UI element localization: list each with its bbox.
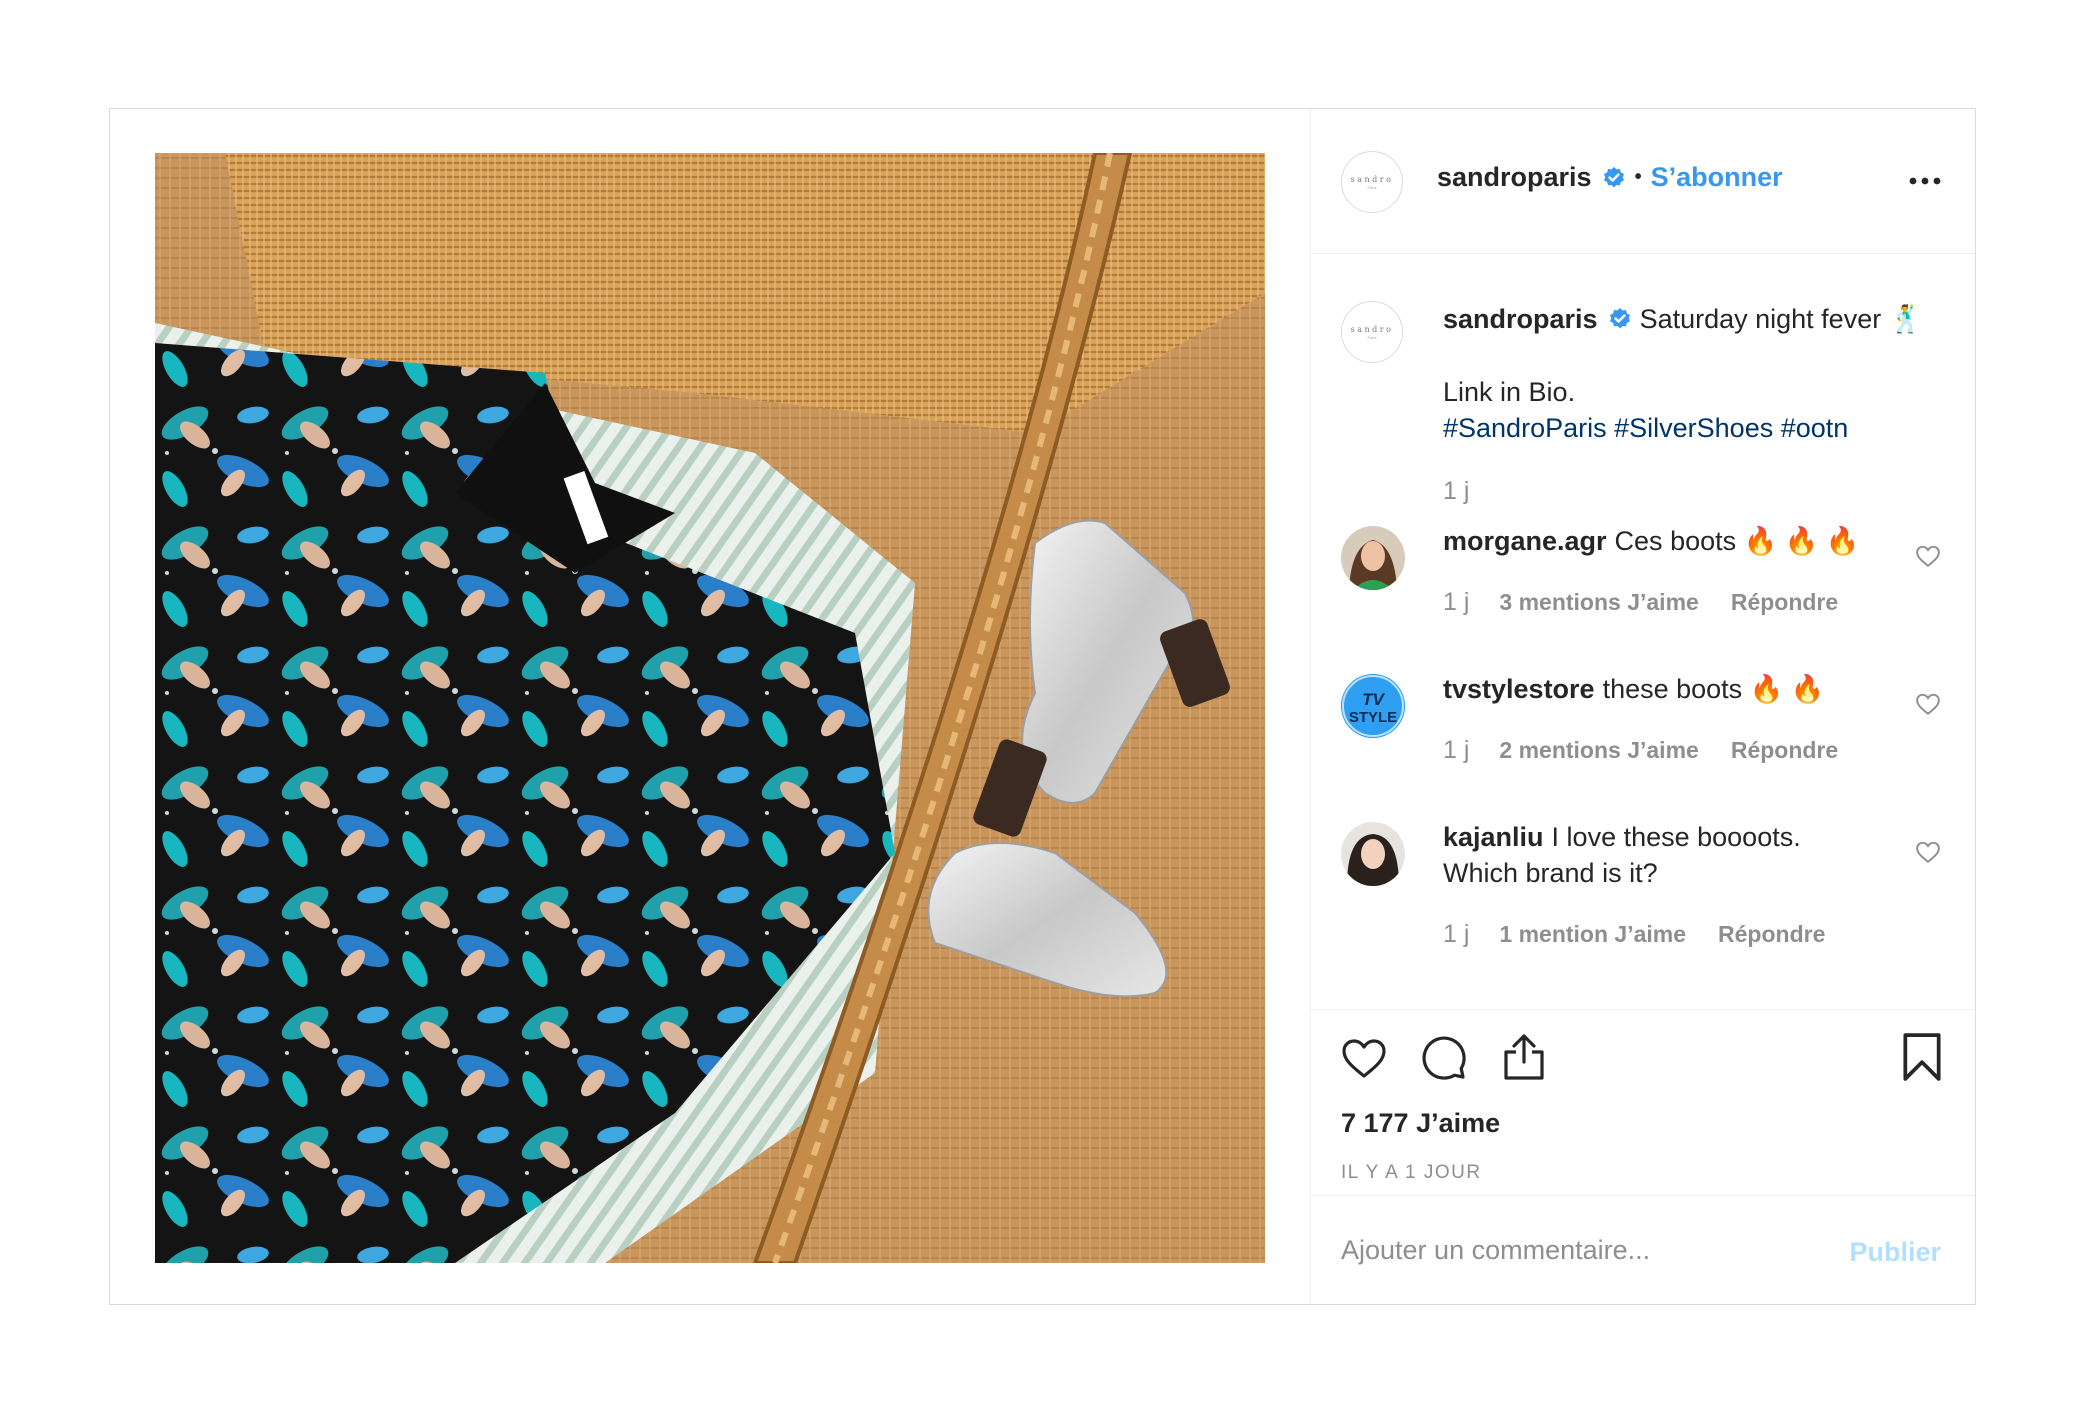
author-username[interactable]: sandroparis (1437, 162, 1592, 193)
post-photo[interactable] (155, 153, 1265, 1263)
hashtag-link[interactable]: #SilverShoes (1614, 413, 1773, 443)
comment-like-heart-icon[interactable] (1915, 543, 1941, 569)
comment-likes-count[interactable]: 1 mention J’aime (1499, 921, 1686, 948)
caption-avatar-subtext: Paris (1367, 334, 1377, 340)
avatar-image (1341, 526, 1405, 590)
hashtag-link[interactable]: #ootn (1781, 413, 1849, 443)
comment-age[interactable]: 1 j (1443, 736, 1469, 765)
add-comment-input[interactable] (1341, 1226, 1821, 1274)
post-photo-illustration (155, 153, 1265, 1263)
comment-3-meta: 1 j 1 mention J’aime Répondre (1443, 920, 1825, 949)
caption-first-line: sandroparis Saturday night fever 🕺 (1443, 301, 1923, 337)
comment-text: Ces boots 🔥 🔥 🔥 (1614, 526, 1860, 556)
share-icon[interactable] (1500, 1032, 1548, 1082)
post-side-panel: sandro Paris sandroparis • S’abonner san… (1310, 109, 1975, 1304)
comment-text: these boots 🔥 🔥 (1602, 674, 1825, 704)
follow-button[interactable]: S’abonner (1651, 162, 1783, 193)
more-options-icon[interactable] (1905, 161, 1945, 201)
comment-reply-button[interactable]: Répondre (1731, 737, 1838, 764)
caption-username[interactable]: sandroparis (1443, 304, 1598, 335)
comment-icon[interactable] (1420, 1034, 1468, 1082)
heart-icon[interactable] (1340, 1034, 1388, 1082)
verified-icon (1603, 166, 1624, 187)
comment-username[interactable]: kajanliu (1443, 822, 1544, 853)
post-date[interactable]: IL Y A 1 JOUR (1341, 1162, 1482, 1184)
comment-reply-button[interactable]: Répondre (1731, 589, 1838, 616)
caption-age[interactable]: 1 j (1443, 477, 1469, 506)
caption-avatar-wordmark: sandro (1350, 324, 1394, 334)
header-separator: • (1634, 166, 1642, 188)
hashtag-link[interactable]: #SandroParis (1443, 413, 1607, 443)
bookmark-icon[interactable] (1901, 1032, 1943, 1082)
likes-count[interactable]: 7 177 J’aime (1341, 1108, 1500, 1139)
avatar-text-line-1: TV (1362, 690, 1385, 709)
comment-like-heart-icon[interactable] (1915, 691, 1941, 717)
avatar-wordmark: sandro (1350, 174, 1394, 184)
comment-likes-count[interactable]: 3 mentions J’aime (1499, 589, 1698, 616)
comment-like-heart-icon[interactable] (1915, 839, 1941, 865)
avatar-image: TV STYLE (1341, 674, 1405, 738)
comment-likes-count[interactable]: 2 mentions J’aime (1499, 737, 1698, 764)
comment-age[interactable]: 1 j (1443, 588, 1469, 617)
avatar-image (1341, 822, 1405, 886)
post-actions-section: 7 177 J’aime IL Y A 1 JOUR Publier (1310, 1009, 1975, 1307)
photo-pane (110, 109, 1311, 1304)
comment-username[interactable]: morgane.agr (1443, 526, 1607, 557)
comment-2-meta: 1 j 2 mentions J’aime Répondre (1443, 736, 1838, 765)
comment-2-line: tvstylestore these boots 🔥 🔥 (1443, 671, 1824, 707)
verified-icon (1609, 308, 1630, 329)
commenter-avatar[interactable]: TV STYLE (1341, 674, 1405, 738)
comment-1-line: morgane.agr Ces boots 🔥 🔥 🔥 (1443, 523, 1859, 559)
comment-1-meta: 1 j 3 mentions J’aime Répondre (1443, 588, 1838, 617)
commenter-avatar[interactable] (1341, 526, 1405, 590)
comment-3-line: kajanliu I love these boooots. (1443, 819, 1801, 855)
caption-text: Saturday night fever (1639, 304, 1882, 334)
publish-button[interactable]: Publier (1849, 1237, 1941, 1268)
comment-text: I love these boooots. (1551, 822, 1801, 852)
post-card: sandro Paris sandroparis • S’abonner san… (109, 108, 1976, 1305)
avatar-subtext: Paris (1367, 184, 1377, 190)
caption-hashtags: #SandroParis #SilverShoes #ootn (1443, 410, 1848, 446)
add-comment-bar: Publier (1310, 1195, 1975, 1307)
commenter-avatar[interactable] (1341, 822, 1405, 886)
caption-link-line: Link in Bio. (1443, 377, 1576, 407)
comment-username[interactable]: tvstylestore (1443, 674, 1595, 705)
caption-author-avatar[interactable]: sandro Paris (1341, 301, 1403, 363)
comment-reply-button[interactable]: Répondre (1718, 921, 1825, 948)
caption-emoji: 🕺 (1889, 304, 1923, 334)
comment-age[interactable]: 1 j (1443, 920, 1469, 949)
comment-text-line-2: Which brand is it? (1443, 858, 1658, 888)
avatar-text-line-2: STYLE (1349, 709, 1397, 726)
author-avatar[interactable]: sandro Paris (1341, 151, 1403, 213)
header-author-row: sandroparis • S’abonner (1437, 162, 1783, 193)
post-header: sandro Paris sandroparis • S’abonner (1310, 109, 1975, 254)
